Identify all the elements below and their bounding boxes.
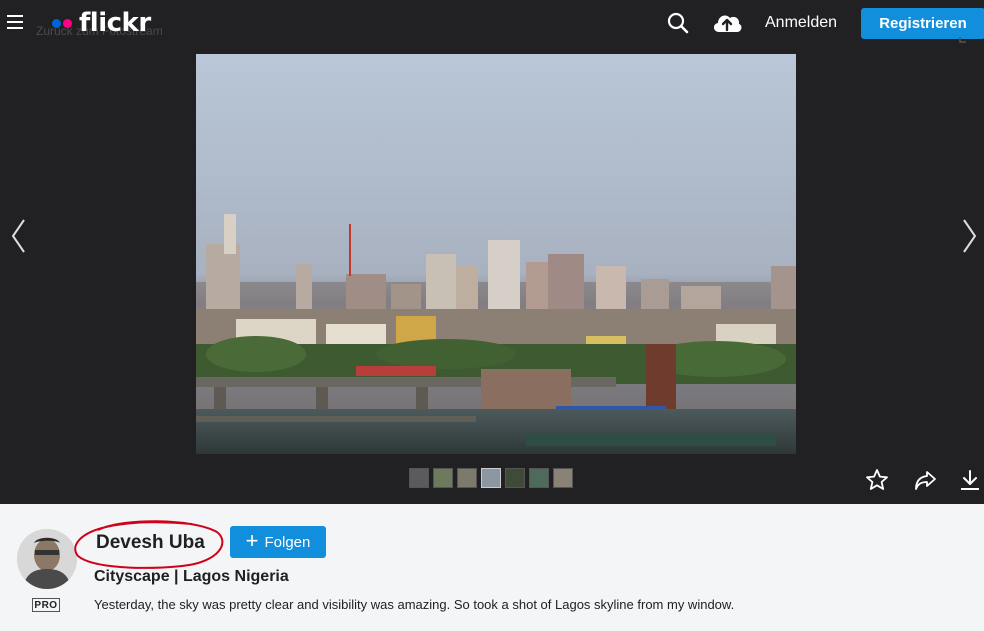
login-link[interactable]: Anmelden <box>765 14 837 32</box>
author-avatar[interactable] <box>17 529 77 589</box>
expand-icon[interactable] <box>958 36 968 44</box>
filmstrip-thumbnail[interactable] <box>505 468 525 488</box>
star-favorite-icon[interactable] <box>865 468 889 492</box>
filmstrip-thumbnail[interactable] <box>433 468 453 488</box>
register-button[interactable]: Registrieren <box>861 8 984 39</box>
photo-title: Cityscape | Lagos Nigeria <box>94 568 289 585</box>
logo-wordmark: flickr <box>79 8 151 38</box>
filmstrip-thumbnail[interactable] <box>553 468 573 488</box>
top-navigation-bar: Zurück zum Fotostream flickr Anmelden Re… <box>0 0 984 48</box>
photo-viewer <box>0 37 984 504</box>
flickr-logo[interactable]: flickr <box>52 7 151 39</box>
main-photo[interactable] <box>196 54 796 454</box>
cloud-upload-icon[interactable] <box>711 8 743 36</box>
download-icon[interactable] <box>958 468 982 492</box>
previous-photo-arrow-icon[interactable] <box>8 216 28 256</box>
logo-blue-dot <box>52 18 61 28</box>
follow-button[interactable]: + Folgen <box>230 526 326 558</box>
author-name-link[interactable]: Devesh Uba <box>96 532 205 554</box>
pro-badge: PRO <box>32 598 60 612</box>
filmstrip-thumbnail[interactable] <box>457 468 477 488</box>
photo-description: Yesterday, the sky was pretty clear and … <box>94 597 735 612</box>
filmstrip-thumbnail[interactable] <box>529 468 549 488</box>
photo-filmstrip <box>409 468 573 488</box>
follow-label: Folgen <box>264 533 311 551</box>
share-icon[interactable] <box>913 468 937 492</box>
search-icon[interactable] <box>667 12 689 34</box>
plus-icon: + <box>245 528 259 553</box>
menu-icon[interactable] <box>7 15 23 31</box>
filmstrip-thumbnail-selected[interactable] <box>481 468 501 488</box>
photo-info-panel: PRO Devesh Uba + Folgen Cityscape | Lago… <box>0 504 984 631</box>
filmstrip-thumbnail[interactable] <box>409 468 429 488</box>
next-photo-arrow-icon[interactable] <box>960 216 980 256</box>
logo-pink-dot <box>63 18 72 28</box>
